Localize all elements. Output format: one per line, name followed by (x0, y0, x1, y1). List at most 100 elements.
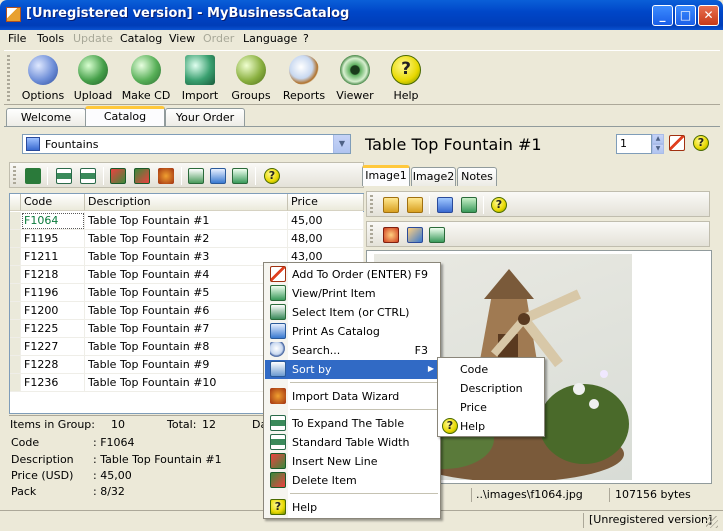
row-indicator (10, 284, 21, 302)
image-toolbar-grip[interactable] (370, 195, 373, 213)
menu-bar: File Tools Update Catalog View Order Lan… (0, 30, 723, 48)
app-icon[interactable] (6, 7, 21, 22)
quantity-up-icon[interactable]: ▲ (652, 134, 664, 144)
help-icon[interactable]: ? (491, 197, 507, 213)
menu-item-standard-width[interactable]: Standard Table Width (265, 433, 440, 452)
table-row[interactable]: F1064 Table Top Fountain #1 45,00 (10, 212, 364, 230)
group-selector[interactable]: Fountains ▼ (22, 134, 351, 154)
menu-update[interactable]: Update (73, 32, 113, 45)
menu-item-search[interactable]: Search... F3 (265, 341, 440, 360)
upload-button[interactable]: Upload (68, 53, 118, 103)
help-icon[interactable]: ? (693, 135, 709, 151)
menu-item-delete-item[interactable]: Delete Item (265, 471, 440, 490)
paste-icon[interactable] (232, 168, 248, 184)
tab-notes[interactable]: Notes (457, 167, 497, 186)
menu-catalog[interactable]: Catalog (120, 32, 162, 45)
import-data-icon[interactable] (158, 168, 174, 184)
close-button[interactable]: ✕ (698, 5, 719, 26)
image-export-icon[interactable] (429, 227, 445, 243)
menu-item-help[interactable]: ? Help (265, 498, 440, 517)
groups-button[interactable]: Groups (226, 53, 276, 103)
table-row[interactable]: F1195 Table Top Fountain #2 48,00 (10, 230, 364, 248)
items-in-group-value: 10 (111, 418, 125, 431)
menu-item-add-to-order[interactable]: Add To Order (ENTER) F9 (265, 265, 440, 284)
sort-by-description[interactable]: Description (460, 382, 523, 395)
menu-item-print-catalog[interactable]: Print As Catalog (265, 322, 440, 341)
column-header-description[interactable]: Description (85, 194, 288, 211)
insert-line-icon (270, 453, 286, 469)
price-icon[interactable] (188, 168, 204, 184)
upload-icon (78, 55, 108, 85)
expand-table-icon[interactable] (56, 168, 72, 184)
image-tabs: Image1 Image2 Notes (362, 165, 712, 186)
quantity-down-icon[interactable]: ▼ (652, 144, 664, 154)
minimize-button[interactable]: _ (652, 5, 673, 26)
menu-order[interactable]: Order (203, 32, 234, 45)
detail-price-value: : 45,00 (93, 469, 132, 482)
quantity-input[interactable]: 1 (616, 134, 652, 154)
delete-item-icon[interactable] (134, 168, 150, 184)
sort-by-price[interactable]: Price (460, 401, 487, 414)
menu-item-import-wizard[interactable]: Import Data Wizard (265, 387, 440, 406)
copy-icon[interactable] (210, 168, 226, 184)
menu-item-select-item[interactable]: Select Item (or CTRL) (265, 303, 440, 322)
menu-view[interactable]: View (169, 32, 195, 45)
import-button[interactable]: Import (175, 53, 225, 103)
menu-language[interactable]: Language (243, 32, 297, 45)
resize-grip-icon[interactable] (706, 516, 718, 528)
menu-item-sort-by[interactable]: Sort by ▶ (265, 360, 440, 379)
help-button[interactable]: ? Help (381, 53, 431, 103)
image-fit-icon[interactable] (383, 227, 399, 243)
menu-help[interactable]: ? (303, 32, 309, 45)
image-toolbar-grip[interactable] (370, 225, 373, 243)
row-indicator (10, 356, 21, 374)
maximize-button[interactable]: □ (675, 5, 696, 26)
sort-submenu: Code Description Price ? Help (437, 357, 545, 437)
cell-price: 48,00 (288, 230, 364, 248)
open-folder-alt-icon[interactable] (407, 197, 423, 213)
grid-toolbar-grip[interactable] (13, 166, 16, 184)
add-to-order-icon[interactable] (669, 135, 685, 151)
standard-width-icon[interactable] (80, 168, 96, 184)
tab-your-order[interactable]: Your Order (165, 108, 245, 127)
help-icon[interactable]: ? (264, 168, 280, 184)
column-header-price[interactable]: Price (288, 194, 364, 211)
menu-item-insert-line[interactable]: Insert New Line (265, 452, 440, 471)
options-button[interactable]: Options (18, 53, 68, 103)
chevron-down-icon[interactable]: ▼ (333, 135, 350, 153)
sort-help[interactable]: Help (460, 420, 485, 433)
print-catalog-icon (270, 323, 286, 339)
column-header-code[interactable]: Code (21, 194, 85, 211)
save-icon[interactable] (25, 168, 41, 184)
image-resize-icon[interactable] (407, 227, 423, 243)
image-view-icon[interactable] (461, 197, 477, 213)
menu-tools[interactable]: Tools (37, 32, 64, 45)
menu-item-expand-table[interactable]: To Expand The Table (265, 414, 440, 433)
detail-description-label: Description (11, 453, 74, 466)
row-indicator (10, 212, 21, 230)
tab-image2[interactable]: Image2 (411, 167, 456, 186)
tab-welcome[interactable]: Welcome (6, 108, 86, 127)
make-cd-button[interactable]: Make CD (121, 53, 171, 103)
tab-catalog[interactable]: Catalog (85, 106, 165, 127)
detail-price-label: Price (USD) (11, 469, 74, 482)
import-icon (185, 55, 215, 85)
grid-toolbar: ? (9, 162, 364, 188)
menu-file[interactable]: File (8, 32, 26, 45)
image-path: ..\images\f1064.jpg (476, 488, 583, 501)
tab-image1[interactable]: Image1 (362, 165, 410, 186)
window-title: [Unregistered version] - MyBusinessCatal… (26, 6, 350, 21)
title-bar[interactable]: [Unregistered version] - MyBusinessCatal… (0, 0, 723, 30)
insert-line-icon[interactable] (110, 168, 126, 184)
toolbar-grip[interactable] (7, 55, 10, 101)
menu-item-view-print[interactable]: View/Print Item (265, 284, 440, 303)
import-wizard-icon (270, 388, 286, 404)
row-indicator-header (10, 194, 21, 211)
reports-button[interactable]: Reports (279, 53, 329, 103)
viewer-eye-icon (340, 55, 370, 85)
sort-by-code[interactable]: Code (460, 363, 488, 376)
scan-icon[interactable] (437, 197, 453, 213)
viewer-button[interactable]: Viewer (330, 53, 380, 103)
open-folder-icon[interactable] (383, 197, 399, 213)
search-icon (270, 342, 286, 358)
